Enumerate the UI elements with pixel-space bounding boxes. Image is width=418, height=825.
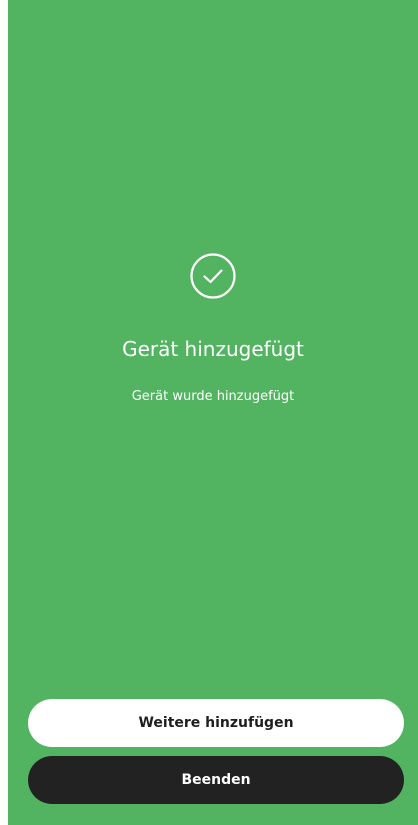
device-added-screen: Gerät hinzugefügt Gerät wurde hinzugefüg… [0,0,418,825]
add-more-button[interactable]: Weitere hinzufügen [28,699,404,747]
success-message-group: Gerät hinzugefügt Gerät wurde hinzugefüg… [8,252,418,406]
page-title: Gerät hinzugefügt [122,337,304,361]
status-message: Gerät wurde hinzugefügt [131,389,295,404]
check-circle-icon [190,253,236,299]
success-panel: Gerät hinzugefügt Gerät wurde hinzugefüg… [8,0,418,825]
finish-button[interactable]: Beenden [28,756,404,804]
